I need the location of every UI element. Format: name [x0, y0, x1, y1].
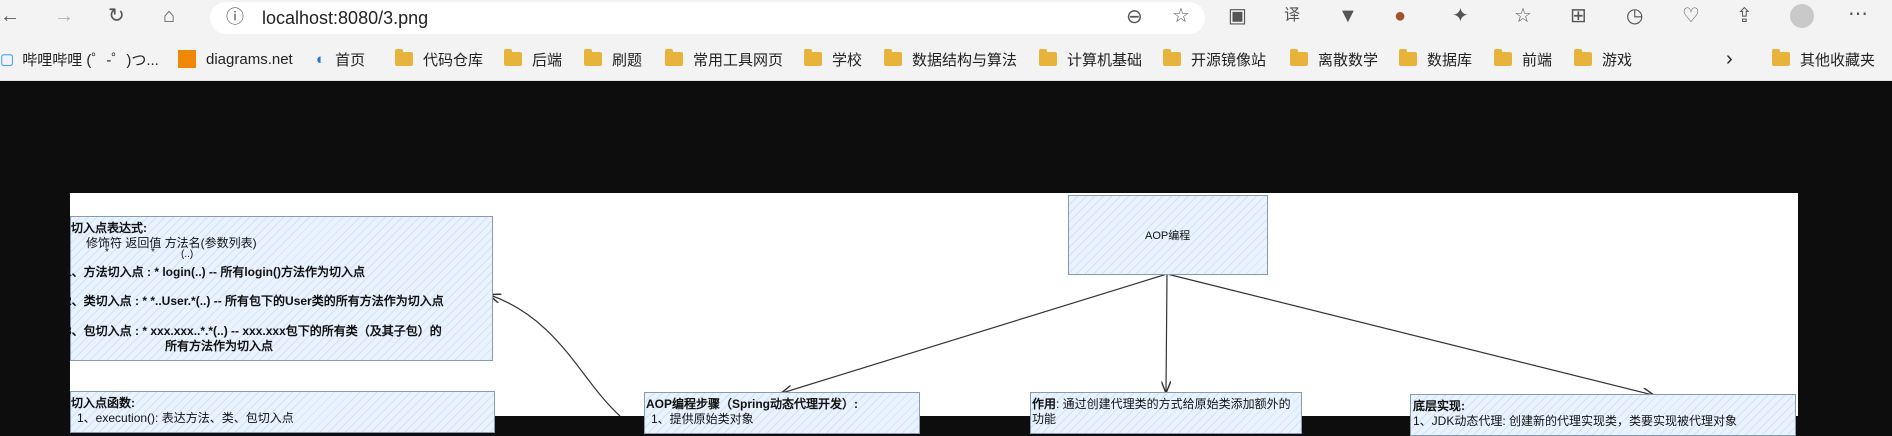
pointcut-syntax: 修饰符 返回值 方法名(参数列表) [86, 236, 257, 250]
purpose-title: 作用 [1032, 397, 1057, 411]
arrow-to-impl [1166, 273, 1653, 395]
purpose-card: 作用: 通过创建代理类的方式给原始类添加额外的 功能 [1030, 392, 1302, 434]
impl-text: 1、JDK动态代理: 创建新的代理实现类，类要实现被代理对象 [1413, 414, 1738, 428]
arrow-to-pointcut [490, 295, 621, 416]
purpose-text: : 通过创建代理类的方式给原始类添加额外的 [1056, 397, 1291, 411]
implementation-card: 底层实现: 1、JDK动态代理: 创建新的代理实现类，类要实现被代理对象 [1410, 394, 1796, 436]
pointcut-wild-3: (..) [181, 249, 194, 260]
root-node: AOP编程 [1068, 195, 1268, 275]
root-label: AOP编程 [1145, 230, 1191, 242]
steps-line: 1、提供原始类对象 [651, 412, 754, 426]
arrow-to-steps [782, 273, 1168, 393]
aop-steps-card: AOP编程步骤（Spring动态代理开发）: 1、提供原始类对象 [644, 392, 920, 434]
package-pointcut-cont: 所有方法作为切入点 [165, 339, 274, 353]
class-pointcut: 2、类切入点 : * *..User.*(..) -- 所有包下的User类的所… [65, 294, 444, 308]
pointcut-wild-1: * [105, 247, 109, 258]
method-pointcut: 1、方法切入点 : * login(..) -- 所有login()方法作为切入… [65, 265, 365, 279]
pointcut-card: 切入点表达式: 修饰符 返回值 方法名(参数列表) * * (..) 1、方法切… [65, 216, 493, 361]
purpose-line: 作用: 通过创建代理类的方式给原始类添加额外的 [1032, 395, 1291, 412]
functions-line: 1、execution(): 表达方法、类、包切入点 [77, 411, 294, 425]
pointcut-wild-2: * [151, 247, 155, 258]
pointcut-functions-card: 切入点函数: 1、execution(): 表达方法、类、包切入点 [70, 391, 495, 433]
purpose-text-2: 功能 [1032, 412, 1057, 426]
arrow-to-purpose [1166, 273, 1167, 392]
